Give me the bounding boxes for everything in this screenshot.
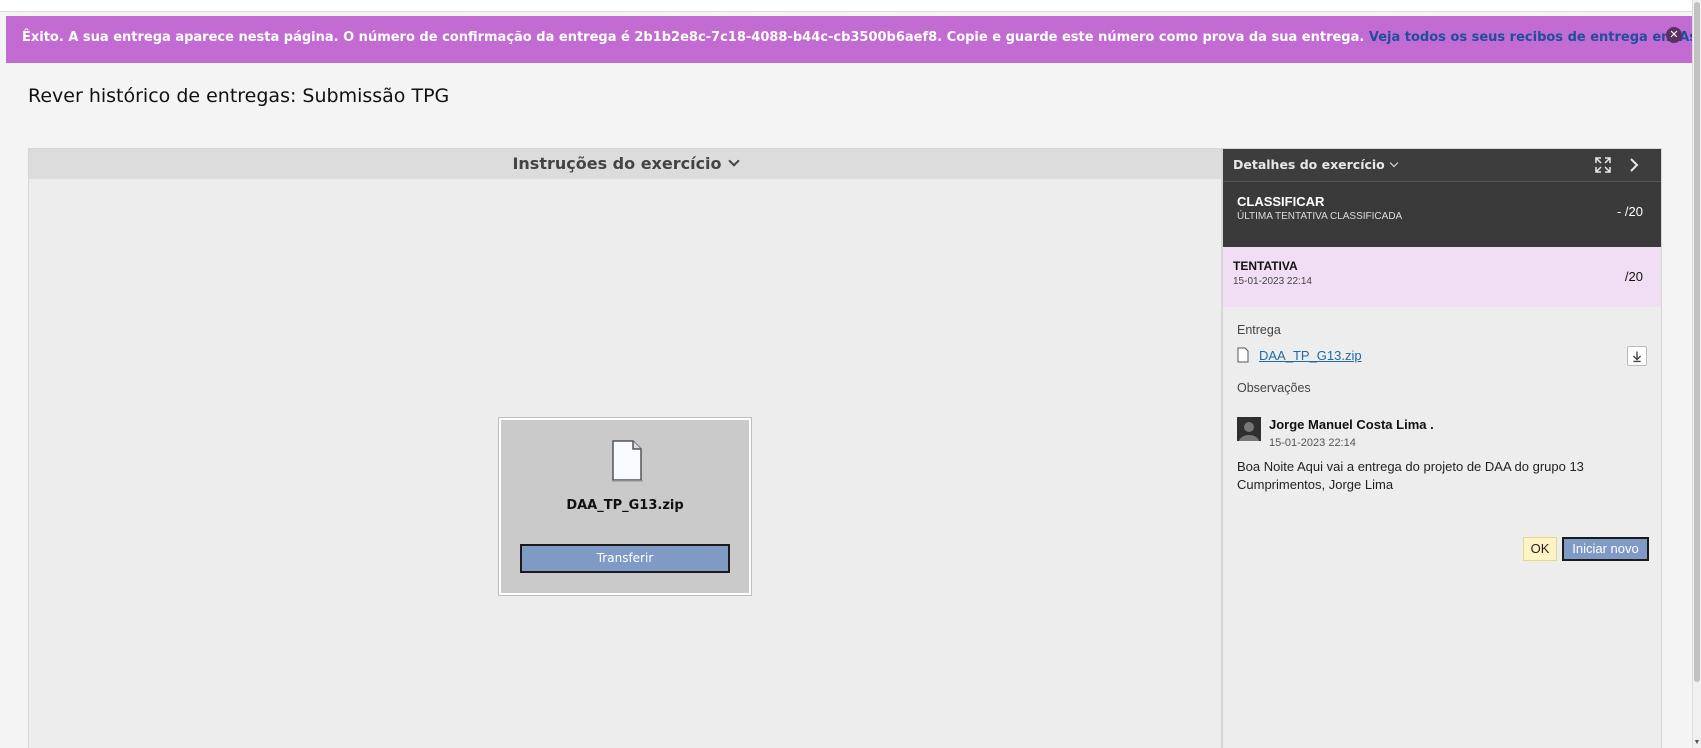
grade-value: - /20	[1616, 204, 1643, 219]
instructions-toggle[interactable]: Instruções do exercício	[29, 149, 1221, 179]
document-icon	[612, 440, 643, 482]
comment-author: Jorge Manuel Costa Lima . 15-01-2023 22:…	[1237, 417, 1647, 457]
page-title: Rever histórico de entregas: Submissão T…	[28, 85, 450, 107]
attempt-row[interactable]: TENTATIVA 15-01-2023 22:14 /20	[1223, 247, 1661, 307]
download-button[interactable]: Transferir	[520, 544, 730, 573]
preview-file-name: DAA_TP_G13.zip	[566, 498, 684, 513]
success-banner: Êxito. A sua entrega aparece nesta págin…	[6, 16, 1692, 63]
banner-message: Êxito. A sua entrega aparece nesta págin…	[22, 30, 1365, 45]
instructions-panel: Instruções do exercício DAA_TP_G13.zip T…	[28, 148, 1222, 748]
attempt-value: /20	[1624, 269, 1643, 284]
attempt-title: TENTATIVA	[1233, 259, 1298, 273]
submission-file-link[interactable]: DAA_TP_G13.zip	[1259, 348, 1362, 363]
grade-title: CLASSIFICAR	[1237, 194, 1325, 209]
start-new-button[interactable]: Iniciar novo	[1562, 537, 1649, 561]
grade-box: CLASSIFICAR ÚLTIMA TENTATIVA CLASSIFICAD…	[1223, 181, 1661, 247]
ok-button[interactable]: OK	[1523, 537, 1557, 561]
submission-file-row: DAA_TP_G13.zip	[1237, 346, 1647, 366]
top-bar	[0, 0, 1692, 12]
chevron-down-icon	[727, 155, 740, 167]
instructions-header: Instruções do exercício	[512, 154, 722, 173]
details-header[interactable]: Detalhes do exercício	[1223, 149, 1661, 181]
details-title: Detalhes do exercício	[1233, 157, 1385, 172]
scrollbar-thumb[interactable]	[1694, 2, 1700, 682]
avatar	[1237, 417, 1261, 441]
comment-text: Boa Noite Aqui vai a entrega do projeto …	[1237, 458, 1647, 494]
comment-date: 15-01-2023 22:14	[1269, 437, 1356, 449]
comments-label: Observações	[1237, 381, 1311, 395]
download-icon[interactable]	[1627, 346, 1647, 366]
attempt-date: 15-01-2023 22:14	[1233, 276, 1312, 287]
file-preview-card: DAA_TP_G13.zip Transferir	[499, 418, 751, 595]
submission-label: Entrega	[1237, 323, 1281, 337]
scrollbar[interactable]: ▼	[1692, 0, 1701, 748]
document-icon	[1237, 347, 1249, 363]
expand-icon[interactable]	[1595, 157, 1611, 173]
details-panel: Detalhes do exercício CLASSIFICAR ÚLTIMA…	[1222, 148, 1662, 748]
grade-subtitle: ÚLTIMA TENTATIVA CLASSIFICADA	[1237, 211, 1403, 222]
chevron-right-icon[interactable]	[1627, 157, 1641, 173]
receipts-link[interactable]: Veja todos os seus recibos de entrega em…	[1369, 30, 1692, 45]
comment-line: Boa Noite Aqui vai a entrega do projeto …	[1237, 459, 1584, 474]
comment-line: Cumprimentos, Jorge Lima	[1237, 477, 1394, 492]
comment-user-name: Jorge Manuel Costa Lima .	[1269, 417, 1434, 432]
close-icon[interactable]: ✕	[1666, 27, 1682, 43]
chevron-down-icon	[1389, 158, 1399, 168]
scroll-down-icon[interactable]: ▼	[1693, 739, 1701, 746]
